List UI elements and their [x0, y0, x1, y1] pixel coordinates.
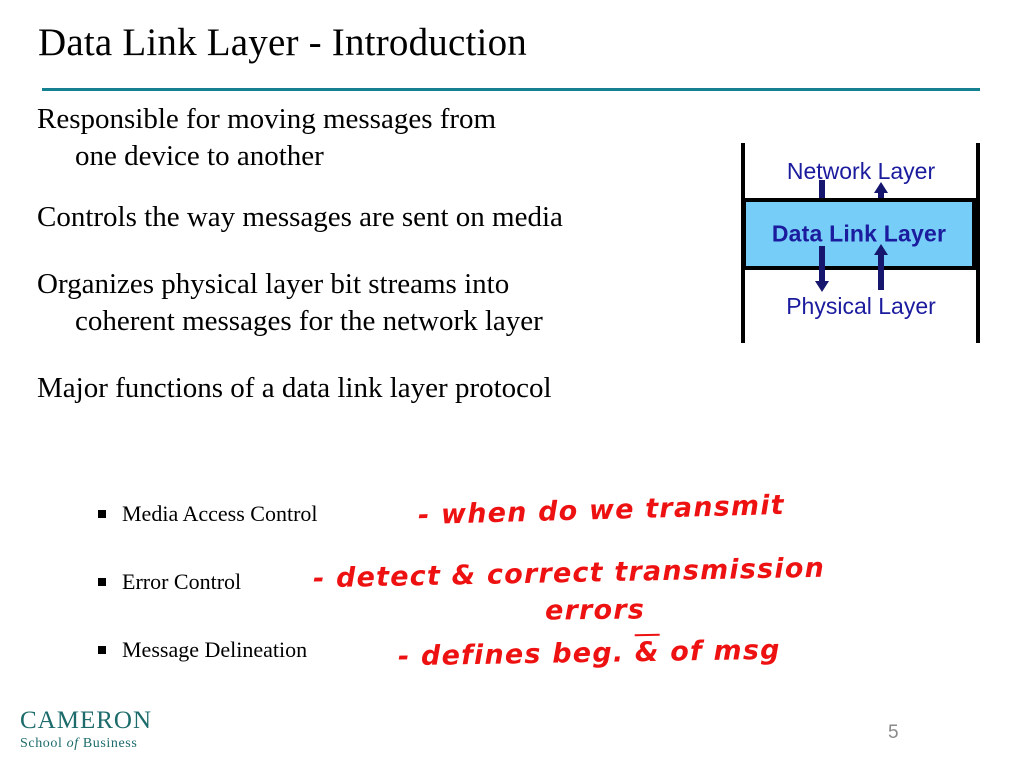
body-paragraph-1-line-1: Responsible for moving messages from	[37, 103, 497, 135]
arrow-head	[815, 281, 829, 292]
arrow-shaft	[878, 254, 884, 290]
bullet-label-error-control: Error Control	[122, 569, 242, 594]
body-paragraph-3: Organizes physical layer bit streams int…	[37, 266, 737, 340]
body-paragraph-3-line-2: coherent messages for the network layer	[75, 305, 543, 337]
square-bullet-icon	[98, 578, 106, 586]
arrow-shaft	[819, 246, 825, 282]
logo-sub-text: School of Business	[20, 735, 152, 752]
handwritten-annotation-errors: errors	[544, 594, 646, 627]
square-bullet-icon	[98, 510, 106, 518]
diagram-label-network-layer: Network Layer	[786, 158, 936, 184]
body-paragraph-3-line-1: Organizes physical layer bit streams int…	[37, 268, 510, 300]
bullet-label-message-delineation: Message Delineation	[122, 637, 308, 662]
body-paragraph-1-line-2: one device to another	[75, 140, 324, 172]
body-paragraph-4-line-1: Major functions of a data link layer pro…	[37, 372, 552, 404]
diagram-label-data-link-layer: Data Link Layer	[771, 220, 947, 247]
annotation-text-pre: - defines beg.	[397, 637, 636, 673]
body-paragraph-2-line-1: Controls the way messages are sent on me…	[37, 201, 563, 233]
logo-sub-school: School	[20, 736, 63, 751]
arrow-head	[874, 182, 888, 193]
logo-main-text: CAMERON	[20, 707, 153, 734]
bullet-label-media-access-control: Media Access Control	[122, 501, 318, 526]
logo-sub-of: of	[66, 736, 79, 751]
annotation-ampersand: &	[634, 633, 660, 669]
arrow-datalink-to-physical-icon	[815, 246, 829, 292]
layer-stack-diagram: Network Layer Data Link Layer Physical L…	[736, 140, 986, 345]
body-paragraph-2: Controls the way messages are sent on me…	[37, 199, 737, 236]
square-bullet-icon	[98, 646, 106, 654]
page-title: Data Link Layer - Introduction	[38, 21, 527, 64]
body-paragraph-1: Responsible for moving messages from one…	[37, 101, 737, 175]
title-divider	[42, 88, 980, 91]
diagram-box-data-link-layer: Data Link Layer	[742, 198, 976, 270]
arrow-head	[874, 244, 888, 255]
arrow-physical-to-datalink-icon	[874, 244, 888, 290]
page-number: 5	[888, 722, 899, 743]
slide-body: Responsible for moving messages from one…	[37, 101, 737, 425]
logo-sub-business: Business	[82, 736, 138, 751]
annotation-text-post: of msg	[659, 634, 781, 668]
cameron-school-of-business-logo: CAMERON School of Business	[20, 708, 152, 752]
diagram-label-physical-layer: Physical Layer	[786, 293, 936, 319]
body-paragraph-4: Major functions of a data link layer pro…	[37, 370, 737, 407]
